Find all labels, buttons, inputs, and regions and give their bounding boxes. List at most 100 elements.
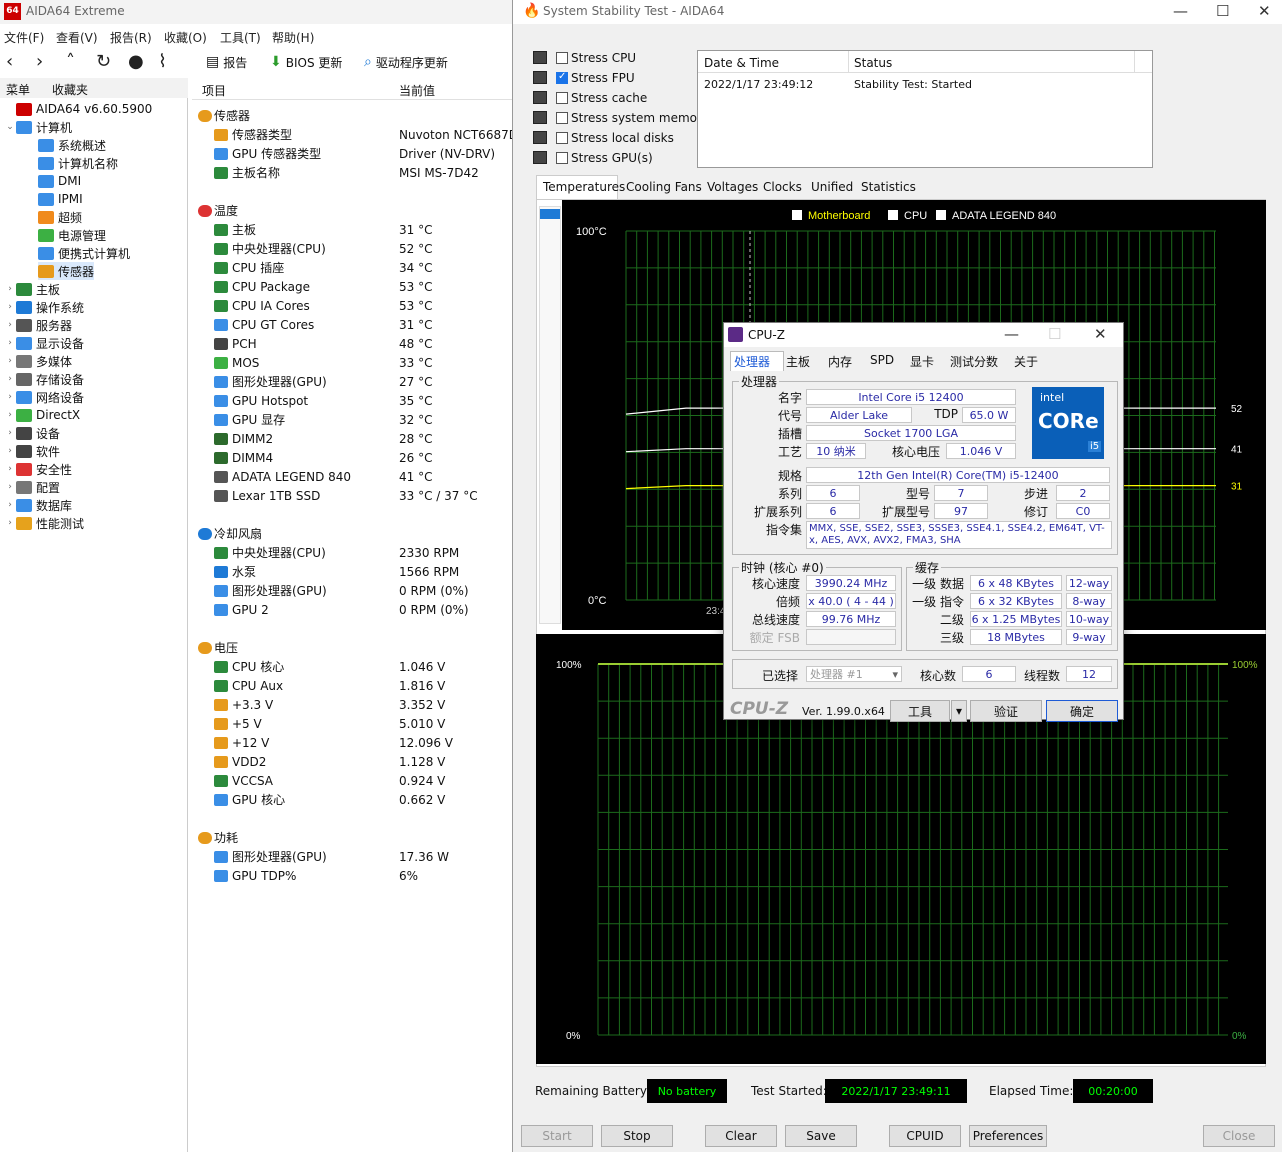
maximize-icon[interactable]: ☐ [1216, 2, 1229, 20]
stress-checkbox[interactable] [556, 152, 568, 164]
tree-item[interactable]: › 主板 [4, 280, 60, 298]
tab-cooling-fans[interactable]: Cooling Fans [626, 180, 702, 194]
scrollbar-thumb[interactable] [540, 209, 560, 219]
sensor-group[interactable]: 功耗 [192, 828, 512, 847]
cpuz-tab-processor[interactable]: 处理器 [734, 353, 770, 370]
tree-item[interactable]: 超频 [38, 208, 82, 226]
refresh-icon[interactable]: ↻ [96, 53, 111, 71]
tab-favorites[interactable]: 收藏夹 [52, 81, 88, 98]
back-icon[interactable]: ‹ [6, 53, 13, 71]
sensor-row[interactable]: CPU 插座 34 °C [192, 258, 512, 277]
cpuz-tab-mainboard[interactable]: 主板 [786, 353, 810, 370]
column-value[interactable]: 当前值 [399, 82, 435, 99]
tree-item[interactable]: ⌄ 计算机 [4, 118, 72, 136]
sensor-row[interactable]: PCH 48 °C [192, 334, 512, 353]
tab-statistics[interactable]: Statistics [861, 180, 916, 194]
tree-item[interactable]: › 服务器 [4, 316, 72, 334]
up-icon[interactable]: ˄ [66, 53, 75, 71]
expand-arrow-icon[interactable]: › [4, 464, 16, 474]
tree-item[interactable]: › 配置 [4, 478, 60, 496]
sensor-row[interactable]: CPU Package 53 °C [192, 277, 512, 296]
expand-arrow-icon[interactable]: ⌄ [4, 122, 16, 132]
sensor-group[interactable]: 传感器 [192, 106, 512, 125]
sensor-row[interactable]: 主板 31 °C [192, 220, 512, 239]
sensor-group[interactable]: 冷却风扇 [192, 524, 512, 543]
sensor-row[interactable]: DIMM2 28 °C [192, 429, 512, 448]
cpuz-minimize-icon[interactable]: — [1004, 325, 1019, 343]
sensor-group[interactable]: 电压 [192, 638, 512, 657]
sensor-row[interactable]: 水泵 1566 RPM [192, 562, 512, 581]
cpuz-tab-spd[interactable]: SPD [870, 353, 894, 367]
stress-label[interactable]: Stress local disks [571, 131, 674, 145]
cpuz-tab-bench[interactable]: 测试分数 [950, 353, 998, 370]
tree-item[interactable]: › 性能测试 [4, 514, 84, 532]
expand-arrow-icon[interactable]: › [4, 428, 16, 438]
column-item[interactable]: 项目 [202, 82, 226, 99]
stress-checkbox[interactable] [556, 112, 568, 124]
expand-arrow-icon[interactable]: › [4, 500, 16, 510]
stress-checkbox[interactable] [556, 132, 568, 144]
sensor-row[interactable]: VCCSA 0.924 V [192, 771, 512, 790]
menu-help[interactable]: 帮助(H) [272, 29, 314, 46]
clear-button[interactable]: Clear [705, 1125, 777, 1147]
ok-button[interactable]: 确定 [1046, 700, 1118, 722]
legend-checkbox[interactable] [888, 210, 898, 220]
sensor-row[interactable]: Lexar 1TB SSD 33 °C / 37 °C [192, 486, 512, 505]
minimize-icon[interactable]: — [1173, 2, 1188, 20]
menu-tools[interactable]: 工具(T) [220, 29, 261, 46]
tree-item[interactable]: › 数据库 [4, 496, 72, 514]
stress-label[interactable]: Stress system memory [571, 111, 709, 125]
tree-item[interactable]: › 多媒体 [4, 352, 72, 370]
tools-button[interactable]: 工具 [890, 700, 950, 722]
sensor-row[interactable]: +3.3 V 3.352 V [192, 695, 512, 714]
preferences-button[interactable]: Preferences [969, 1125, 1047, 1147]
stop-button[interactable]: Stop [601, 1125, 673, 1147]
tree-item[interactable]: IPMI [38, 190, 83, 208]
close-icon[interactable]: ✕ [1258, 2, 1271, 20]
tree-item[interactable]: › 显示设备 [4, 334, 84, 352]
tree-item[interactable]: 系统概述 [38, 136, 106, 154]
tree-item[interactable]: 电源管理 [38, 226, 106, 244]
expand-arrow-icon[interactable]: › [4, 446, 16, 456]
tree-item[interactable]: › 操作系统 [4, 298, 84, 316]
sensor-row[interactable]: +5 V 5.010 V [192, 714, 512, 733]
tab-unified[interactable]: Unified [811, 180, 853, 194]
sensor-row[interactable]: 中央处理器(CPU) 2330 RPM [192, 543, 512, 562]
tree-item[interactable]: DMI [38, 172, 81, 190]
sensor-row[interactable]: DIMM4 26 °C [192, 448, 512, 467]
cpuz-close-icon[interactable]: ✕ [1094, 325, 1107, 343]
processor-select[interactable]: 处理器 #1 ▾ [806, 666, 902, 682]
report-button[interactable]: ▤ 报告 [206, 51, 247, 73]
sensor-row[interactable]: 图形处理器(GPU) 27 °C [192, 372, 512, 391]
tree-item[interactable]: 计算机名称 [38, 154, 118, 172]
tree-item[interactable]: › 存储设备 [4, 370, 84, 388]
sensor-row[interactable]: CPU GT Cores 31 °C [192, 315, 512, 334]
tree-item[interactable]: › 软件 [4, 442, 60, 460]
tab-temperatures[interactable]: Temperatures [543, 180, 625, 194]
tab-clocks[interactable]: Clocks [763, 180, 802, 194]
sensor-row[interactable]: 图形处理器(GPU) 17.36 W [192, 847, 512, 866]
sensor-row[interactable]: 传感器类型 Nuvoton NCT6687D-I [192, 125, 526, 144]
chart-icon[interactable]: ⌇ [158, 53, 167, 71]
stress-label[interactable]: Stress CPU [571, 51, 636, 65]
menu-view[interactable]: 查看(V) [56, 29, 98, 46]
forward-icon[interactable]: › [36, 53, 43, 71]
tree-item[interactable]: › 网络设备 [4, 388, 84, 406]
sensor-row[interactable]: ADATA LEGEND 840 41 °C [192, 467, 512, 486]
expand-arrow-icon[interactable]: › [4, 410, 16, 420]
sensor-row[interactable]: CPU IA Cores 53 °C [192, 296, 512, 315]
sensor-row[interactable]: GPU TDP% 6% [192, 866, 512, 885]
stress-label[interactable]: Stress FPU [571, 71, 635, 85]
expand-arrow-icon[interactable]: › [4, 284, 16, 294]
cpuid-button[interactable]: CPUID [889, 1125, 961, 1147]
sensor-row[interactable]: 主板名称 MSI MS-7D42 [192, 163, 512, 182]
sensor-row[interactable]: GPU 核心 0.662 V [192, 790, 512, 809]
sensor-row[interactable]: 图形处理器(GPU) 0 RPM (0%) [192, 581, 512, 600]
driver-update-button[interactable]: ⌕ 驱动程序更新 [364, 51, 448, 73]
legend-checkbox[interactable] [792, 210, 802, 220]
tab-voltages[interactable]: Voltages [707, 180, 758, 194]
tree-item[interactable]: › 安全性 [4, 460, 72, 478]
bios-update-button[interactable]: ⬇ BIOS 更新 [270, 51, 342, 73]
cpuz-tab-memory[interactable]: 内存 [828, 353, 852, 370]
sensor-row[interactable]: CPU 核心 1.046 V [192, 657, 512, 676]
